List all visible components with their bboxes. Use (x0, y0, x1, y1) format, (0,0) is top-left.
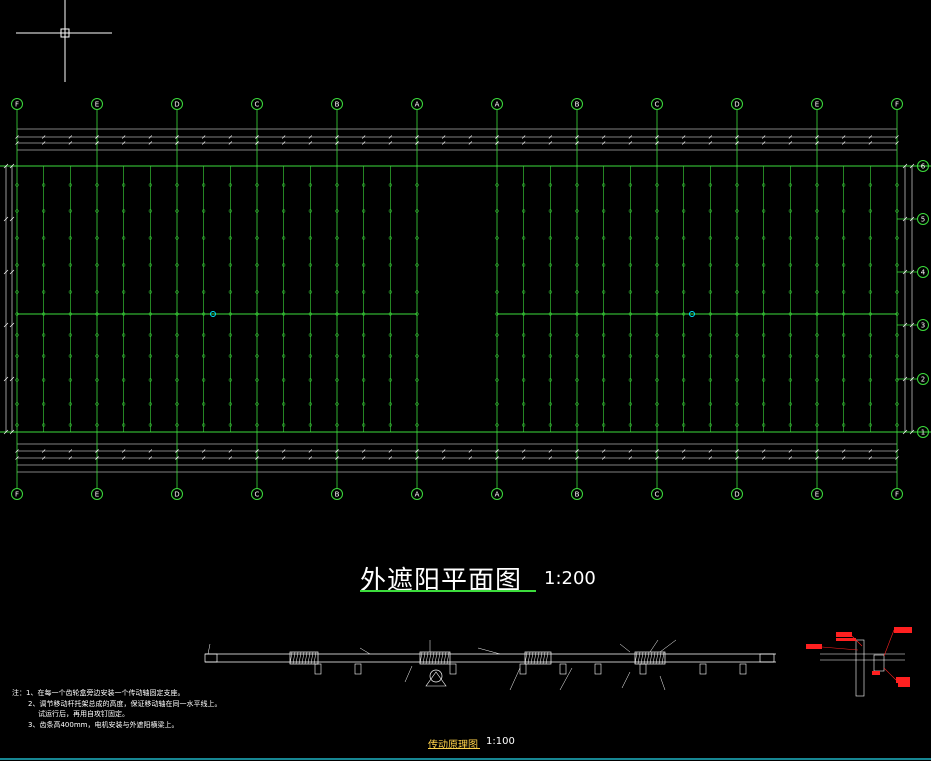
axis-label: F (895, 491, 899, 499)
leader-line (359, 647, 371, 655)
plan-scale: 1:200 (544, 568, 596, 589)
shaft-end-block (759, 653, 775, 663)
leader-line (619, 643, 631, 653)
axis-label: B (575, 101, 580, 109)
row-axis-label: 3 (921, 322, 925, 330)
axis-label: F (895, 101, 899, 109)
notes-block: 注：1、在每一个齿轮盒旁边安装一个传动轴固定支座。 2、调节移动杆托架总成的高度… (12, 688, 221, 730)
leader-line (207, 643, 211, 655)
axis-label: D (174, 101, 179, 109)
callout-label (836, 638, 856, 641)
callout-label (872, 671, 880, 675)
axis-label: C (655, 101, 660, 109)
axis-label: E (815, 101, 819, 109)
axis-label: C (255, 101, 260, 109)
axis-label: B (575, 491, 580, 499)
callout-leader (821, 646, 859, 651)
support-bracket (639, 663, 647, 675)
callout-label (896, 677, 910, 683)
callout-label (894, 627, 912, 633)
motor-base (425, 671, 447, 687)
row-axis-label: 1 (921, 429, 925, 437)
support-bracket (314, 663, 322, 675)
note-line: 2、调节移动杆托架总成的高度，保证移动轴在同一水平线上。 (28, 699, 222, 708)
axis-label: E (95, 101, 99, 109)
support-bracket (354, 663, 362, 675)
detail-scale: 1:100 (486, 736, 515, 747)
axis-label: A (495, 101, 500, 109)
support-bracket (559, 663, 567, 675)
detail-bracket (873, 654, 885, 672)
callout-leader (883, 629, 895, 657)
callout-label (898, 683, 910, 687)
axis-label: E (815, 491, 819, 499)
row-axis-label: 6 (921, 163, 926, 171)
note-line: 3、齿条高400mm，电机安装与外遮阳横梁上。 (28, 720, 179, 729)
row-axis-label: 5 (921, 216, 925, 224)
axis-label: C (255, 491, 260, 499)
plan-title-underline (360, 590, 536, 592)
support-bracket (739, 663, 747, 675)
support-bracket (449, 663, 457, 675)
axis-label: E (95, 491, 99, 499)
shaft-end-block (204, 653, 218, 663)
leader-line (649, 639, 659, 653)
axis-label: B (335, 101, 340, 109)
axis-label: C (655, 491, 660, 499)
support-bracket (519, 663, 527, 675)
support-bracket (594, 663, 602, 675)
callout-leader (883, 667, 897, 681)
axis-label: D (174, 491, 179, 499)
axis-label: F (15, 491, 19, 499)
detail-column (855, 639, 865, 697)
row-axis-label: 4 (921, 269, 926, 277)
note-line: 注：1、在每一个齿轮盒旁边安装一个传动轴固定支座。 (12, 689, 185, 697)
note-line: 试运行后，再用自攻钉固定。 (38, 710, 129, 718)
cad-drawing: F F E E D D C C B B A A A A B B C C D D E E F F 1 2 3 4 5 6 (0, 0, 931, 760)
axis-label: D (734, 101, 739, 109)
support-bracket (699, 663, 707, 675)
floor-plan: F F E E D D C C B B A A A A B B C C D D E E F F 1 2 3 4 5 6 (0, 98, 931, 500)
leader-line (477, 647, 501, 655)
leader-line (404, 665, 413, 683)
callout-label (836, 632, 852, 637)
row-axis-label: 2 (921, 376, 925, 384)
leader-line (659, 639, 677, 653)
axis-label: A (415, 101, 420, 109)
axis-label: A (495, 491, 500, 499)
cad-crosshair-cursor (16, 0, 112, 82)
axis-label: A (415, 491, 420, 499)
callout-label (806, 644, 822, 649)
axis-label: B (335, 491, 340, 499)
axis-label: F (15, 101, 19, 109)
leader-line (509, 667, 521, 691)
leader-line (659, 675, 666, 691)
leader-line (621, 671, 631, 689)
detail-title-underline (428, 748, 480, 749)
axis-label: D (734, 491, 739, 499)
